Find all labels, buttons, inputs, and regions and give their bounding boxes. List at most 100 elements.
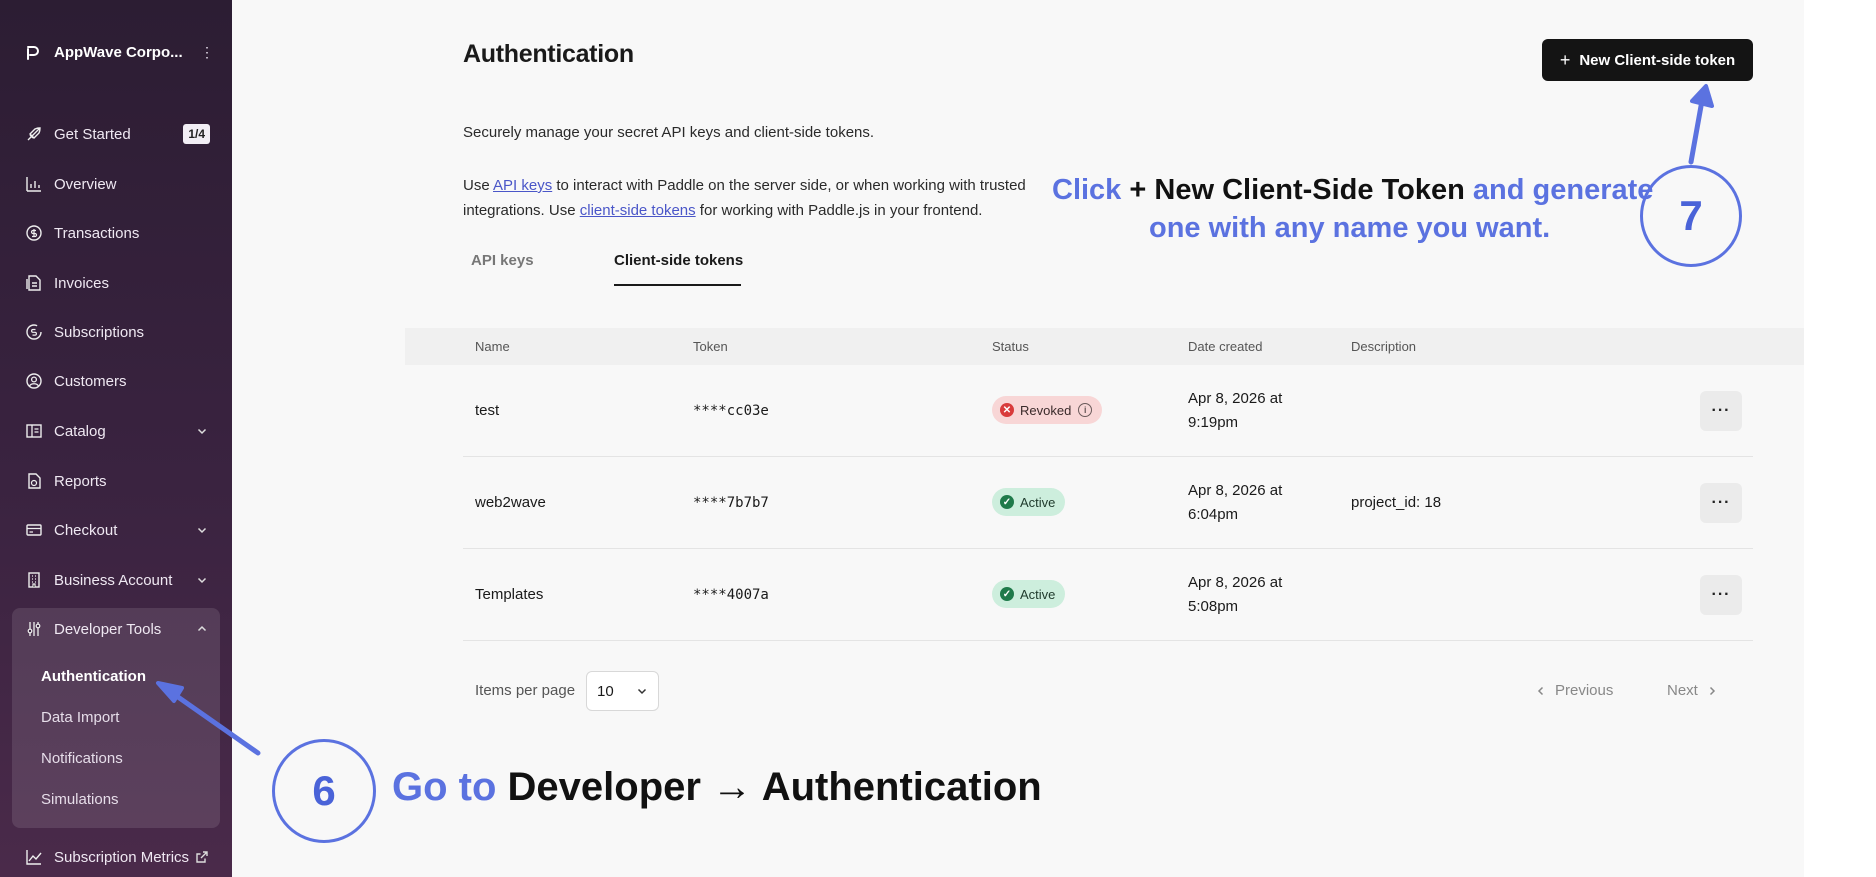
column-header-date-created: Date created — [1188, 339, 1263, 354]
time-line: 9:19pm — [1188, 414, 1239, 431]
progress-badge: 1/4 — [183, 124, 210, 144]
right-gutter — [1804, 0, 1876, 877]
sidebar-item-subscriptions[interactable]: Subscriptions — [24, 318, 210, 346]
org-switcher[interactable]: AppWave Corpo... ⋮ — [24, 40, 214, 64]
previous-page-button[interactable]: Previous — [1535, 682, 1613, 699]
tab-api-keys[interactable]: API keys — [471, 252, 534, 269]
time-line: 6:04pm — [1188, 506, 1239, 523]
status-label: Active — [1020, 494, 1056, 510]
step7-instruction-line1: Click + New Client-Side Token and genera… — [1052, 174, 1653, 207]
building-icon — [24, 570, 44, 590]
sidebar-item-transactions[interactable]: Transactions — [24, 219, 210, 247]
sidebar-item-label: Get Started — [54, 125, 131, 143]
sidebar-item-label: Reports — [54, 472, 107, 490]
sidebar-item-subscription-metrics[interactable]: Subscription Metrics — [24, 843, 210, 871]
intro-description: Use API keys to interact with Paddle on … — [463, 173, 1063, 223]
row-actions-button[interactable]: ··· — [1700, 575, 1742, 615]
new-client-side-token-button[interactable]: + New Client-side token — [1542, 39, 1753, 81]
sidebar-subitem-authentication[interactable]: Authentication — [41, 668, 146, 685]
chevron-left-icon — [1537, 686, 1544, 695]
sidebar-subitem-simulations[interactable]: Simulations — [41, 791, 119, 808]
date-created: Apr 8, 2026 at 6:04pm — [1188, 479, 1282, 527]
sidebar-item-overview[interactable]: Overview — [24, 170, 210, 198]
org-menu-icon[interactable]: ⋮ — [200, 44, 214, 61]
date-line: Apr 8, 2026 at — [1188, 482, 1283, 499]
column-header-status: Status — [992, 339, 1029, 354]
status-badge: ✓ Active — [992, 580, 1066, 608]
token-name: web2wave — [475, 494, 546, 511]
sidebar-item-label: Business Account — [54, 571, 173, 589]
column-header-description: Description — [1351, 339, 1417, 354]
next-page-button[interactable]: Next — [1667, 682, 1718, 699]
column-header-token: Token — [693, 339, 728, 354]
token-value: ****cc03e — [693, 403, 769, 419]
date-created: Apr 8, 2026 at 5:08pm — [1188, 571, 1282, 619]
sidebar-subitem-notifications[interactable]: Notifications — [41, 750, 123, 767]
step6-number-circle: 6 — [272, 739, 376, 843]
chevron-right-icon — [1709, 686, 1715, 695]
previous-label: Previous — [1555, 682, 1614, 699]
sidebar-item-catalog[interactable]: Catalog — [24, 417, 210, 445]
dollar-circle-icon — [24, 223, 44, 243]
sidebar-item-reports[interactable]: Reports — [24, 467, 210, 495]
paddle-logo-icon — [27, 46, 39, 60]
credit-card-icon — [24, 520, 44, 540]
chevron-down-icon[interactable] — [194, 423, 210, 439]
token-value: ****7b7b7 — [693, 495, 769, 511]
sidebar-item-customers[interactable]: Customers — [24, 367, 210, 395]
sidebar-item-label: Subscription Metrics — [54, 848, 190, 866]
table-header — [405, 328, 1804, 365]
sidebar: AppWave Corpo... ⋮ Get Started 1/4 Overv… — [0, 0, 232, 877]
sidebar-item-label: Overview — [54, 175, 117, 193]
check-circle-icon: ✓ — [1000, 495, 1014, 509]
sidebar-item-label: Catalog — [54, 422, 106, 440]
chevron-down-icon[interactable] — [194, 522, 210, 538]
report-icon — [24, 471, 44, 491]
sidebar-item-checkout[interactable]: Checkout — [24, 516, 210, 544]
next-label: Next — [1667, 682, 1698, 699]
sliders-icon — [24, 619, 44, 639]
row-actions-button[interactable]: ··· — [1700, 391, 1742, 431]
annotation-text: Developer → Authentication — [507, 765, 1042, 809]
row-actions-button[interactable]: ··· — [1700, 483, 1742, 523]
bar-chart-icon — [24, 174, 44, 194]
sidebar-item-developer-tools[interactable]: Developer Tools — [24, 615, 210, 643]
sidebar-item-get-started[interactable]: Get Started 1/4 — [24, 120, 210, 148]
client-side-tokens-link[interactable]: client-side tokens — [580, 202, 696, 219]
sidebar-item-business-account[interactable]: Business Account — [24, 566, 210, 594]
chevron-down-icon[interactable] — [194, 572, 210, 588]
subscription-icon — [24, 322, 44, 342]
items-per-page-select[interactable]: 10 — [586, 671, 659, 711]
intro-text-segment: Use — [463, 177, 494, 194]
user-circle-icon — [24, 371, 44, 391]
annotation-text: Go to — [392, 765, 497, 809]
step7-instruction-line2: one with any name you want. — [1149, 212, 1551, 244]
status-label: Revoked — [1020, 402, 1072, 418]
sidebar-item-label: Subscriptions — [54, 323, 145, 341]
intro-text-segment: for working with Paddle.js in your front… — [695, 202, 983, 219]
chevron-down-icon — [637, 688, 647, 695]
date-line: Apr 8, 2026 at — [1188, 574, 1283, 591]
tab-client-side-tokens[interactable]: Client-side tokens — [614, 252, 743, 269]
sidebar-item-label: Checkout — [54, 521, 118, 539]
api-keys-link[interactable]: API keys — [493, 177, 552, 194]
check-circle-icon: ✓ — [1000, 587, 1014, 601]
sidebar-item-label: Transactions — [54, 224, 140, 242]
sidebar-item-label: Invoices — [54, 274, 110, 292]
token-value: ****4007a — [693, 587, 769, 603]
org-name: AppWave Corpo... — [54, 43, 183, 61]
step6-instruction: Go to Developer → Authentication — [392, 765, 1042, 810]
annotation-text: + New Client-Side Token — [1129, 174, 1465, 206]
status-label: Active — [1020, 586, 1056, 602]
info-icon[interactable]: i — [1078, 403, 1093, 417]
invoice-icon — [24, 273, 44, 293]
active-tab-indicator — [614, 284, 741, 286]
time-line: 5:08pm — [1188, 598, 1239, 615]
intro-text: Securely manage your secret API keys and… — [463, 124, 875, 141]
sidebar-subitem-data-import[interactable]: Data Import — [41, 709, 119, 726]
chevron-up-icon[interactable] — [194, 621, 210, 637]
catalog-icon — [24, 421, 44, 441]
step7-number-circle: 7 — [1640, 165, 1742, 267]
sidebar-item-invoices[interactable]: Invoices — [24, 269, 210, 297]
rocket-icon — [24, 124, 44, 144]
